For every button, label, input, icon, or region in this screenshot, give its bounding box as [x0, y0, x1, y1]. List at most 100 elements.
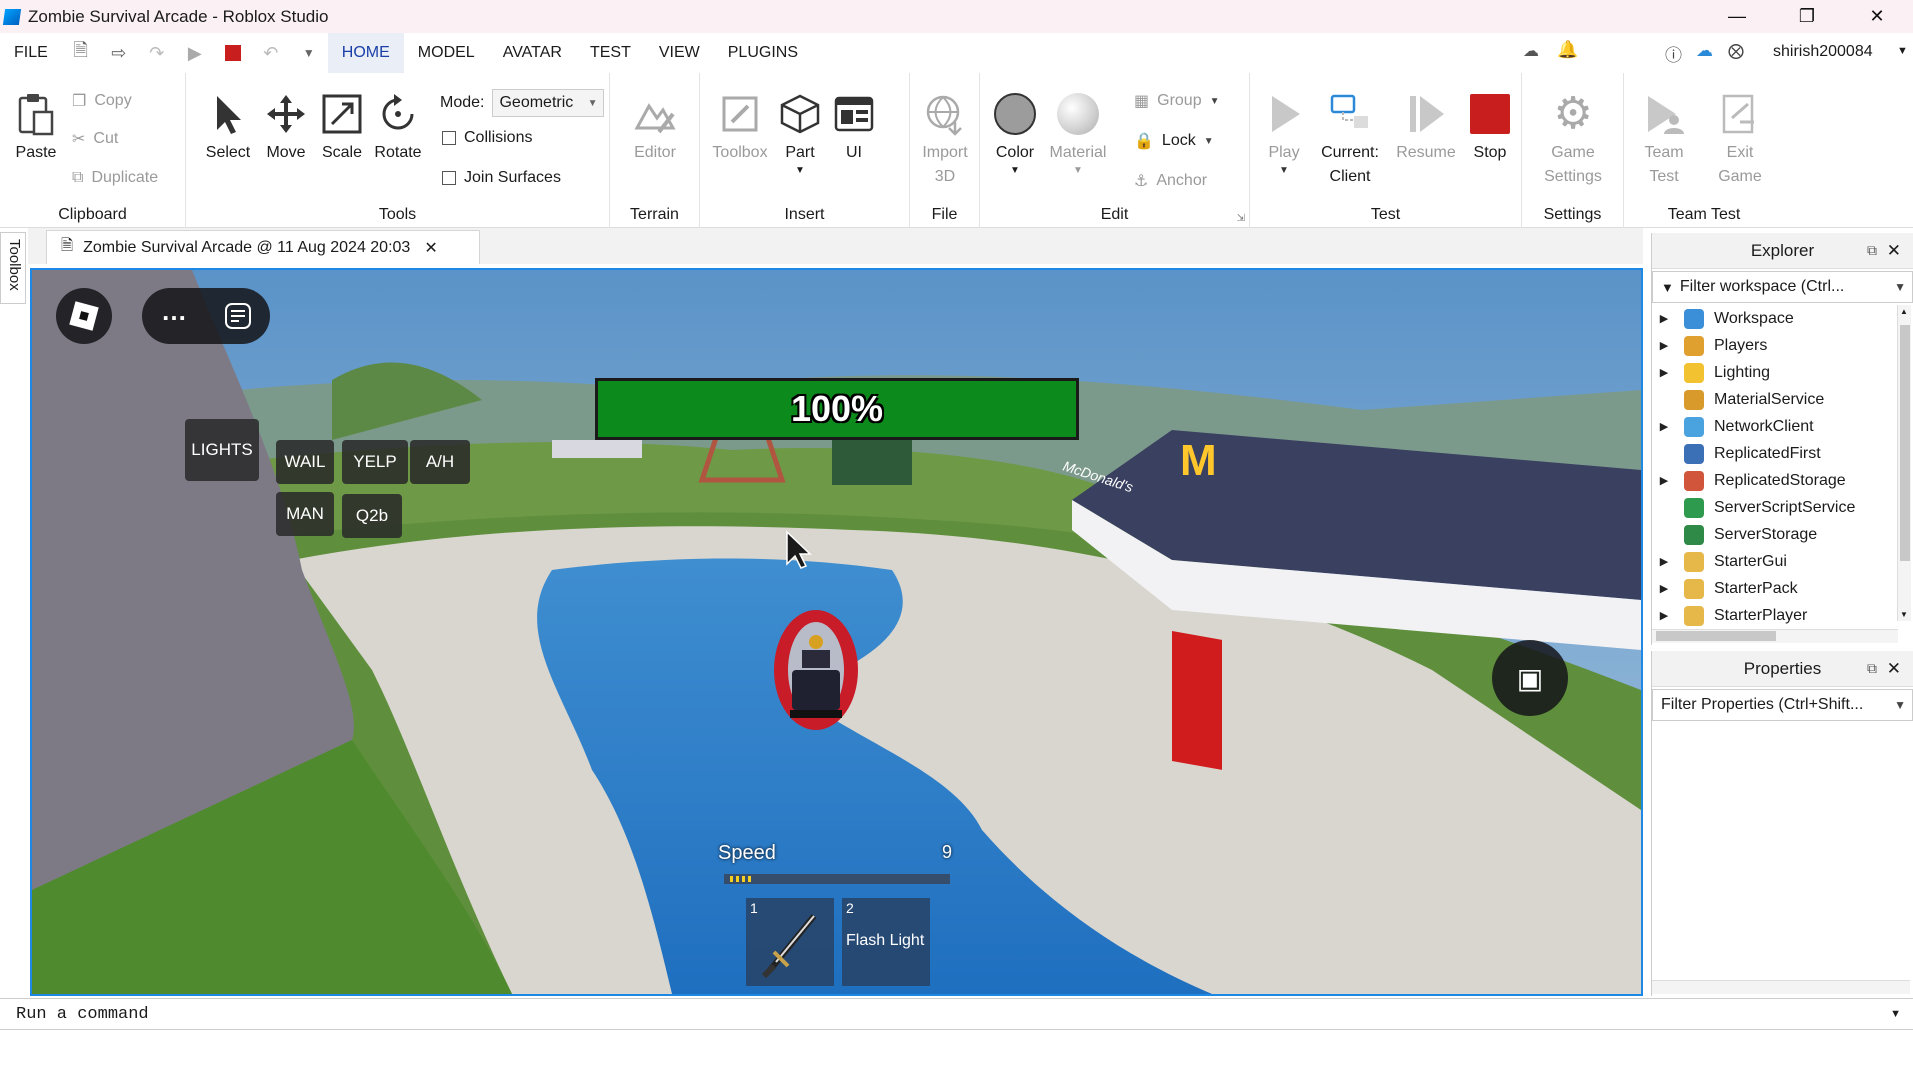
- explorer-item-networkclient[interactable]: ▶ NetworkClient: [1652, 413, 1913, 440]
- command-bar-input[interactable]: Run a command ▼: [0, 998, 1913, 1030]
- roblox-menu-button[interactable]: [56, 288, 112, 344]
- ui-button[interactable]: UI: [822, 91, 886, 165]
- notification-bell-icon[interactable]: 🔔: [1557, 40, 1578, 60]
- maximize-button[interactable]: ❐: [1777, 0, 1837, 33]
- resume-button[interactable]: Resume: [1390, 91, 1462, 165]
- expand-arrow-icon[interactable]: ▶: [1652, 366, 1676, 379]
- lock-dropdown-icon[interactable]: ▼: [1204, 136, 1214, 147]
- part-dropdown-icon[interactable]: ▼: [768, 165, 832, 177]
- new-file-icon[interactable]: 🗎: [70, 40, 92, 64]
- user-dropdown-icon[interactable]: ▼: [1897, 45, 1908, 57]
- q2b-button[interactable]: Q2b: [342, 494, 402, 538]
- exit-game-button[interactable]: Exit Game: [1708, 91, 1772, 189]
- expand-arrow-icon[interactable]: ▶: [1652, 555, 1676, 568]
- wail-button[interactable]: WAIL: [276, 440, 334, 484]
- help-icon[interactable]: ⓘ: [1665, 41, 1682, 66]
- anchor-button[interactable]: ⚓ Anchor: [1134, 171, 1207, 191]
- username[interactable]: shirish200084: [1773, 43, 1873, 61]
- group-button[interactable]: ▦ Group ▼: [1134, 91, 1220, 111]
- ah-button[interactable]: A/H: [410, 440, 470, 484]
- chat-icon[interactable]: [225, 303, 251, 329]
- cloud-sync-icon[interactable]: ☁: [1523, 41, 1539, 61]
- duplicate-button[interactable]: ⧉ Duplicate: [72, 169, 158, 187]
- play-button[interactable]: Play ▼: [1252, 91, 1316, 177]
- group-dropdown-icon[interactable]: ▼: [1210, 96, 1220, 107]
- redo-icon[interactable]: ↷: [146, 42, 168, 64]
- expand-arrow-icon[interactable]: ▶: [1652, 312, 1676, 325]
- explorer-vertical-scrollbar[interactable]: ▲ ▼: [1897, 305, 1911, 621]
- expand-arrow-icon[interactable]: ▶: [1652, 474, 1676, 487]
- cloud-icon[interactable]: ☁: [1696, 41, 1713, 61]
- color-dropdown-icon[interactable]: ▼: [983, 165, 1047, 177]
- collisions-checkbox[interactable]: [442, 131, 456, 145]
- scroll-down-icon[interactable]: ▼: [1900, 610, 1908, 619]
- close-properties-icon[interactable]: ✕: [1887, 659, 1901, 679]
- move-button[interactable]: Move: [254, 91, 318, 165]
- copy-button[interactable]: ❐ Copy: [72, 91, 132, 111]
- stop-quick-icon[interactable]: [222, 42, 244, 64]
- explorer-item-starterpack[interactable]: ▶ StarterPack: [1652, 575, 1913, 602]
- yelp-button[interactable]: YELP: [342, 440, 408, 484]
- explorer-item-startergui[interactable]: ▶ StarterGui: [1652, 548, 1913, 575]
- hotbar-slot-1[interactable]: 1: [746, 898, 834, 986]
- close-window-button[interactable]: ✕: [1847, 0, 1907, 33]
- menu-model[interactable]: MODEL: [404, 33, 489, 73]
- current-client-button[interactable]: Current: Client: [1314, 91, 1386, 189]
- toolbox-side-tab[interactable]: Toolbox: [0, 232, 26, 304]
- search-box[interactable]: [1592, 35, 1654, 71]
- explorer-scroll-thumb[interactable]: [1900, 325, 1910, 561]
- expand-arrow-icon[interactable]: ▶: [1652, 420, 1676, 433]
- join-surfaces-checkbox[interactable]: [442, 171, 456, 185]
- publish-icon[interactable]: ⇨: [108, 42, 130, 64]
- explorer-hscroll-thumb[interactable]: [1656, 631, 1776, 641]
- explorer-item-replicatedstorage[interactable]: ▶ ReplicatedStorage: [1652, 467, 1913, 494]
- explorer-horizontal-scrollbar[interactable]: [1652, 629, 1898, 643]
- menu-avatar[interactable]: AVATAR: [489, 33, 576, 73]
- expand-arrow-icon[interactable]: ▶: [1652, 582, 1676, 595]
- edit-dialog-launcher-icon[interactable]: ⇲: [1237, 213, 1245, 224]
- explorer-item-replicatedfirst[interactable]: ReplicatedFirst: [1652, 440, 1913, 467]
- scroll-up-icon[interactable]: ▲: [1900, 307, 1908, 316]
- properties-filter-dropdown-icon[interactable]: ▼: [1894, 698, 1906, 712]
- color-button[interactable]: Color ▼: [983, 91, 1047, 177]
- join-surfaces-toggle[interactable]: Join Surfaces: [442, 169, 561, 187]
- screenshot-button[interactable]: ▣: [1492, 640, 1568, 716]
- rotate-button[interactable]: Rotate: [366, 91, 430, 165]
- lock-button[interactable]: 🔒 Lock ▼: [1134, 131, 1214, 151]
- explorer-item-players[interactable]: ▶ Players: [1652, 332, 1913, 359]
- explorer-item-workspace[interactable]: ▶ Workspace: [1652, 305, 1913, 332]
- properties-filter-input[interactable]: Filter Properties (Ctrl+Shift... ▼: [1652, 689, 1913, 721]
- explorer-item-serverstorage[interactable]: ServerStorage: [1652, 521, 1913, 548]
- menu-plugins[interactable]: PLUGINS: [714, 33, 812, 73]
- menu-view[interactable]: VIEW: [645, 33, 714, 73]
- explorer-item-starterplayer[interactable]: ▶ StarterPlayer: [1652, 602, 1913, 629]
- customize-icon[interactable]: ▼: [298, 42, 320, 64]
- undock-icon[interactable]: ⧉: [1867, 242, 1877, 259]
- hotbar-slot-2[interactable]: 2 Flash Light: [842, 898, 930, 986]
- menu-test[interactable]: TEST: [576, 33, 645, 73]
- explorer-item-materialservice[interactable]: MaterialService: [1652, 386, 1913, 413]
- close-explorer-icon[interactable]: ✕: [1887, 241, 1901, 261]
- share-icon[interactable]: ⨂: [1728, 41, 1744, 61]
- paste-button[interactable]: Paste: [4, 91, 68, 165]
- minimize-button[interactable]: —: [1707, 0, 1767, 33]
- menu-home[interactable]: HOME: [327, 33, 404, 73]
- expand-arrow-icon[interactable]: ▶: [1652, 339, 1676, 352]
- command-history-dropdown-icon[interactable]: ▼: [1890, 1008, 1901, 1020]
- material-button[interactable]: Material ▼: [1046, 91, 1110, 177]
- mode-dropdown[interactable]: Geometric ▼: [492, 89, 605, 117]
- undock-properties-icon[interactable]: ⧉: [1867, 660, 1877, 677]
- play-quick-icon[interactable]: ▶: [184, 42, 206, 64]
- lights-button[interactable]: LIGHTS: [185, 419, 259, 481]
- filter-dropdown-icon[interactable]: ▼: [1894, 280, 1906, 294]
- expand-arrow-icon[interactable]: ▶: [1652, 609, 1676, 622]
- man-button[interactable]: MAN: [276, 492, 334, 536]
- document-tab[interactable]: 🗎 Zombie Survival Arcade @ 11 Aug 2024 2…: [46, 230, 480, 264]
- terrain-editor-button[interactable]: Editor: [623, 91, 687, 165]
- properties-horizontal-scrollbar[interactable]: [1652, 980, 1910, 994]
- cut-button[interactable]: ✂ Cut: [72, 129, 118, 149]
- explorer-item-lighting[interactable]: ▶ Lighting: [1652, 359, 1913, 386]
- close-tab-icon[interactable]: ✕: [424, 238, 437, 258]
- undo-icon[interactable]: ↶: [260, 42, 282, 64]
- play-dropdown-icon[interactable]: ▼: [1252, 165, 1316, 177]
